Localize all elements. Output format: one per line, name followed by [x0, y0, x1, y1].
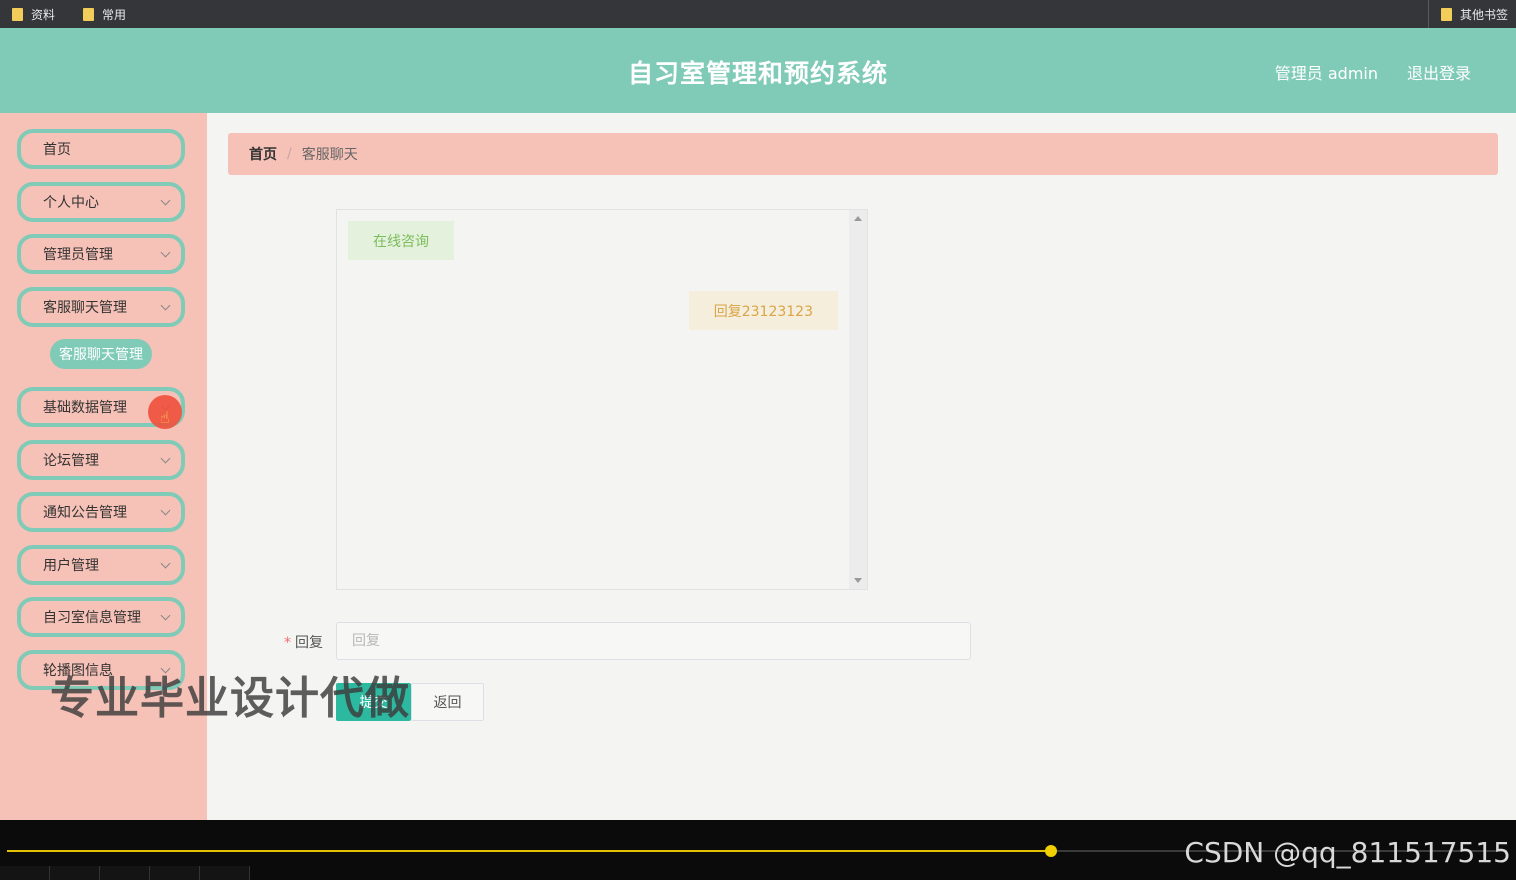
sidebar-item-users[interactable]: 用户管理 — [17, 545, 185, 585]
progress-thumb[interactable] — [1045, 845, 1057, 857]
sidebar-item-label: 通知公告管理 — [43, 505, 127, 521]
chat-message-right: 回复23123123 — [688, 291, 838, 330]
breadcrumb: 首页 / 客服聊天 — [228, 133, 1498, 175]
reply-input[interactable] — [336, 622, 971, 660]
chevron-down-icon — [160, 558, 171, 569]
player-control[interactable] — [50, 866, 100, 880]
chevron-down-icon — [160, 610, 171, 621]
bookmark-folder[interactable]: 资料 — [12, 0, 55, 28]
chevron-down-icon — [160, 505, 171, 516]
reply-label-text: 回复 — [295, 635, 323, 651]
sidebar-item-notice[interactable]: 通知公告管理 — [17, 492, 185, 532]
bookmarks-bar: 资料 常用 其他书签 — [0, 0, 1516, 28]
logout-link[interactable]: 退出登录 — [1407, 60, 1471, 84]
csdn-watermark: CSDN @qq_811517515 — [1184, 836, 1511, 869]
chevron-down-icon — [160, 195, 171, 206]
progress-fill — [7, 850, 1051, 852]
sidebar-subitem-chat-management[interactable]: 客服聊天管理 — [50, 339, 152, 369]
chevron-down-icon — [160, 300, 171, 311]
other-bookmarks[interactable]: 其他书签 — [1427, 0, 1508, 28]
breadcrumb-current: 客服聊天 — [301, 147, 358, 163]
bookmark-label: 资料 — [31, 7, 56, 22]
sidebar-item-label: 用户管理 — [43, 558, 99, 574]
chat-message-left: 在线咨询 — [348, 221, 454, 260]
sidebar-item-label: 自习室信息管理 — [43, 610, 141, 626]
hand-cursor-icon: ☝ — [160, 408, 170, 427]
back-button[interactable]: 返回 — [411, 683, 484, 721]
player-control[interactable] — [0, 866, 50, 880]
sidebar-item-label: 论坛管理 — [43, 453, 99, 469]
chevron-down-icon — [160, 453, 171, 464]
required-mark: * — [284, 635, 291, 651]
chat-window[interactable]: 在线咨询 回复23123123 — [336, 209, 868, 590]
breadcrumb-separator: / — [287, 146, 292, 162]
watermark-text: 专业毕业设计代做 — [50, 673, 410, 724]
player-control[interactable] — [100, 866, 150, 880]
bookmark-folder[interactable]: 常用 — [83, 0, 126, 28]
sidebar-item-study-room[interactable]: 自习室信息管理 — [17, 597, 185, 637]
player-control[interactable] — [150, 866, 200, 880]
breadcrumb-home[interactable]: 首页 — [249, 144, 277, 164]
folder-icon — [1440, 7, 1452, 21]
other-bookmarks-label: 其他书签 — [1459, 7, 1508, 22]
sidebar-item-home[interactable]: 首页 — [17, 129, 185, 169]
sidebar-item-label: 首页 — [43, 142, 71, 158]
chat-scrollbar[interactable] — [849, 210, 867, 589]
sidebar-item-label: 管理员管理 — [43, 247, 113, 263]
sidebar-item-chat-management[interactable]: 客服聊天管理 — [17, 287, 185, 327]
bookmark-label: 常用 — [102, 7, 127, 22]
folder-icon — [83, 7, 95, 21]
app-header: 自习室管理和预约系统 管理员 admin 退出登录 — [0, 28, 1516, 113]
sidebar-item-label: 基础数据管理 — [43, 400, 127, 416]
video-player-bar: CSDN @qq_811517515 — [0, 820, 1516, 880]
sidebar-item-label: 个人中心 — [43, 195, 99, 211]
chevron-down-icon — [160, 247, 171, 258]
reply-label: * 回复 — [284, 632, 323, 652]
player-control[interactable] — [200, 866, 250, 880]
sidebar-item-label: 客服聊天管理 — [43, 300, 127, 316]
scroll-up-icon[interactable] — [854, 216, 862, 221]
sidebar-item-forum[interactable]: 论坛管理 — [17, 440, 185, 480]
player-controls — [0, 866, 260, 880]
user-info: 管理员 admin — [1274, 64, 1378, 83]
sidebar-item-admin-management[interactable]: 管理员管理 — [17, 234, 185, 274]
scroll-down-icon[interactable] — [854, 578, 862, 583]
folder-icon — [12, 7, 23, 21]
sidebar-item-personal-center[interactable]: 个人中心 — [17, 182, 185, 222]
